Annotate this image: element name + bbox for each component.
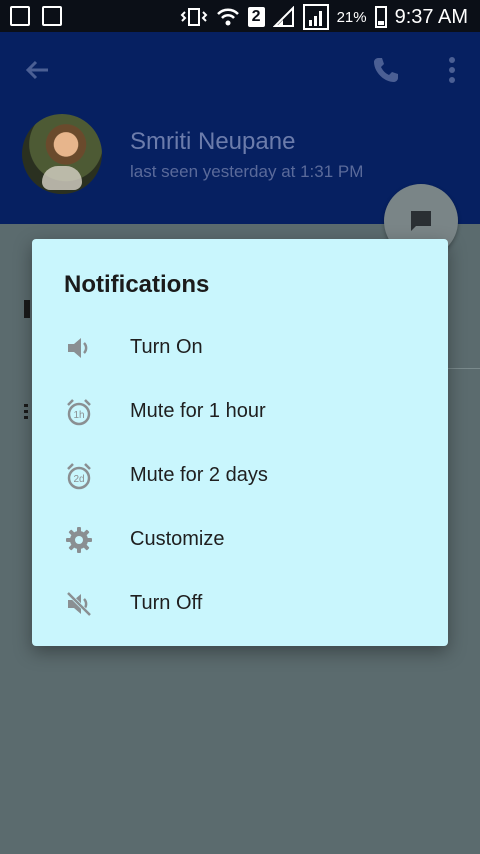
gallery-notification-icon [42, 6, 62, 26]
menu-item-label: Mute for 2 days [130, 463, 268, 486]
alarm-1h-icon: 1h [67, 399, 91, 426]
menu-item-mute-1-hour[interactable]: 1h Mute for 1 hour [32, 379, 448, 443]
menu-item-label: Turn On [130, 335, 203, 358]
contact-avatar[interactable] [22, 114, 102, 194]
wifi-icon [216, 8, 239, 26]
menu-item-label: Turn Off [130, 591, 203, 614]
last-seen-status: last seen yesterday at 1:31 PM [130, 162, 364, 181]
menu-item-turn-off[interactable]: Turn Off [32, 571, 448, 635]
gear-icon [66, 527, 92, 553]
menu-item-customize[interactable]: Customize [32, 507, 448, 571]
background-divider [448, 368, 480, 369]
more-vert-icon[interactable] [442, 54, 462, 86]
app-notification-icon [10, 6, 30, 26]
menu-item-label: Customize [130, 527, 225, 550]
volume-on-icon [68, 338, 88, 358]
signal-icon [272, 6, 294, 27]
vibrate-icon [180, 8, 208, 26]
phone-icon[interactable] [370, 54, 402, 86]
contact-name[interactable]: Smriti Neupane [130, 128, 295, 156]
svg-text:2d: 2d [73, 474, 84, 485]
notifications-dialog: Notifications Turn On 1h Mute for 1 hour… [32, 239, 448, 646]
signal-icon-2 [302, 4, 329, 30]
status-bar: 2 21% 9:37 AM [0, 0, 480, 32]
menu-item-label: Mute for 1 hour [130, 399, 266, 422]
battery-icon [374, 6, 387, 28]
menu-item-turn-on[interactable]: Turn On [32, 315, 448, 379]
volume-off-icon [66, 591, 92, 617]
background-dots-fragment [24, 404, 28, 420]
chat-bubble-icon [411, 211, 431, 231]
menu-item-mute-2-days[interactable]: 2d Mute for 2 days [32, 443, 448, 507]
sim-badge: 2 [247, 7, 265, 27]
clock: 9:37 AM [394, 5, 468, 28]
dialog-title: Notifications [64, 271, 210, 298]
back-arrow-icon[interactable] [22, 54, 54, 86]
background-item-fragment [24, 300, 30, 318]
battery-percent: 21% [336, 8, 367, 26]
svg-text:1h: 1h [73, 410, 84, 421]
notifications-menu: Turn On 1h Mute for 1 hour 2d Mute for 2… [32, 315, 448, 635]
alarm-2d-icon: 2d [67, 463, 91, 490]
